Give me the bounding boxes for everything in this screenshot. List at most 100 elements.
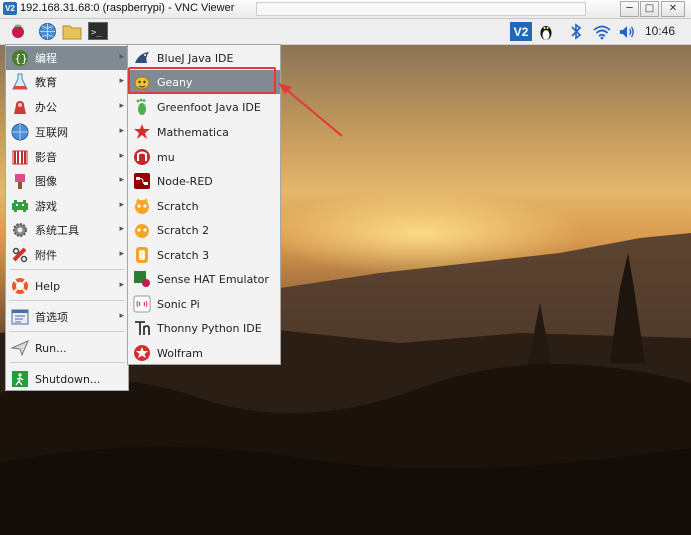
menu-item-label: 首选项 (35, 311, 68, 324)
submenu-arrow-icon: ▸ (119, 280, 124, 290)
minimize-button[interactable]: ─ (620, 1, 639, 17)
menu-separator (9, 300, 125, 301)
clock[interactable]: 10:46 (645, 24, 675, 38)
menu-item-label: Wolfram (157, 346, 203, 360)
menu-item-label: Shutdown... (35, 372, 101, 386)
menu-item-label: Mathematica (157, 125, 229, 139)
window-title: 192.168.31.68:0 (raspberrypi) - VNC View… (20, 2, 235, 14)
maximize-button[interactable]: □ (640, 1, 659, 17)
menu-item-preferences[interactable]: 首选项 ▸ (6, 305, 128, 329)
menu-separator (9, 331, 125, 332)
submenu-item-wolfram[interactable]: Wolfram (128, 341, 280, 365)
menu-item-system-tools[interactable]: 系统工具 ▸ (6, 218, 128, 242)
titlebar-field (256, 2, 586, 16)
menu-separator (9, 269, 125, 270)
bluej-icon (133, 49, 151, 67)
games-icon (11, 197, 29, 215)
menu-item-label: BlueJ Java IDE (157, 51, 234, 65)
submenu-arrow-icon: ▸ (119, 311, 124, 321)
submenu-arrow-icon: ▸ (119, 101, 124, 111)
sonic-pi-icon (133, 295, 151, 313)
node-red-icon (133, 172, 151, 190)
submenu-item-thonny[interactable]: Thonny Python IDE (128, 316, 280, 340)
accessories-icon (11, 246, 29, 264)
terminal-icon[interactable]: >_ (88, 21, 108, 41)
submenu-item-scratch-2[interactable]: Scratch 2 (128, 218, 280, 242)
preferences-icon (11, 308, 29, 326)
mu-icon (133, 148, 151, 166)
submenu-item-mu[interactable]: mu (128, 145, 280, 169)
menu-item-label: 图像 (35, 175, 57, 188)
submenu-item-scratch[interactable]: Scratch (128, 194, 280, 218)
menu-item-run[interactable]: Run... (6, 336, 128, 360)
bluetooth-icon[interactable] (567, 22, 585, 41)
internet-icon (11, 123, 29, 141)
taskbar-panel: >_ V2 10:46 (0, 19, 691, 45)
menu-item-label: Scratch 3 (157, 248, 210, 262)
shutdown-icon (11, 370, 29, 388)
scratch3-icon (133, 246, 151, 264)
vnc-viewer-logo-icon: V2 (3, 2, 17, 15)
annotation-highlight-box (128, 67, 276, 94)
programming-icon: {} (11, 49, 29, 67)
menu-item-label: Sonic Pi (157, 297, 200, 311)
scratch2-icon (133, 221, 151, 239)
menu-item-shutdown[interactable]: Shutdown... (6, 367, 128, 391)
folder-icon[interactable] (62, 21, 82, 41)
menu-item-label: Sense HAT Emulator (157, 272, 269, 286)
volume-icon[interactable] (617, 22, 637, 41)
submenu-item-sense-hat-emulator[interactable]: Sense HAT Emulator (128, 267, 280, 291)
raspberry-icon[interactable] (8, 21, 28, 41)
submenu-arrow-icon: ▸ (119, 126, 124, 136)
menu-separator (9, 362, 125, 363)
menu-item-label: Node-RED (157, 174, 213, 188)
application-menu: {} 编程 ▸ 教育 ▸ 办公 ▸ 互联网 ▸ 影音 ▸ 图像 ▸ 游戏 ▸ 系… (5, 44, 129, 391)
submenu-arrow-icon: ▸ (119, 249, 124, 259)
menu-item-label: Run... (35, 341, 67, 355)
menu-item-programming[interactable]: {} 编程 ▸ (6, 46, 128, 70)
sense-hat-icon (133, 270, 151, 288)
system-tools-icon (11, 221, 29, 239)
menu-item-education[interactable]: 教育 ▸ (6, 70, 128, 94)
menu-item-internet[interactable]: 互联网 ▸ (6, 120, 128, 144)
submenu-arrow-icon: ▸ (119, 76, 124, 86)
vnc-icon[interactable]: V2 (510, 22, 532, 41)
submenu-item-mathematica[interactable]: Mathematica (128, 120, 280, 144)
scratch-icon (133, 197, 151, 215)
run-icon (11, 339, 29, 357)
menu-item-graphics[interactable]: 图像 ▸ (6, 169, 128, 193)
menu-item-label: Scratch 2 (157, 223, 210, 237)
submenu-arrow-icon: ▸ (119, 175, 124, 185)
submenu-item-scratch-3[interactable]: Scratch 3 (128, 243, 280, 267)
menu-item-help[interactable]: Help ▸ (6, 274, 128, 298)
wifi-icon[interactable] (591, 22, 613, 41)
menu-item-label: 游戏 (35, 200, 57, 213)
menu-item-label: 系统工具 (35, 224, 79, 237)
menu-item-label: Greenfoot Java IDE (157, 100, 261, 114)
tux-icon[interactable] (536, 22, 556, 41)
menu-item-label: Scratch (157, 199, 199, 213)
menu-item-accessories[interactable]: 附件 ▸ (6, 243, 128, 267)
globe-icon[interactable] (37, 21, 57, 41)
submenu-arrow-icon: ▸ (119, 52, 124, 62)
menu-item-label: 编程 (35, 52, 57, 65)
menu-item-games[interactable]: 游戏 ▸ (6, 194, 128, 218)
thonny-icon (133, 319, 151, 337)
submenu-item-greenfoot[interactable]: Greenfoot Java IDE (128, 95, 280, 119)
help-icon (11, 277, 29, 295)
close-button[interactable]: ✕ (661, 1, 685, 17)
submenu-arrow-icon: ▸ (119, 151, 124, 161)
menu-item-label: 办公 (35, 101, 57, 114)
office-icon (11, 98, 29, 116)
menu-item-office[interactable]: 办公 ▸ (6, 95, 128, 119)
annotation-arrow-icon (278, 83, 343, 137)
terminal-glyph: >_ (91, 28, 102, 38)
menu-item-label: 教育 (35, 76, 57, 89)
education-icon (11, 73, 29, 91)
submenu-arrow-icon: ▸ (119, 224, 124, 234)
submenu-item-node-red[interactable]: Node-RED (128, 169, 280, 193)
mathematica-icon (133, 123, 151, 141)
menu-item-label: mu (157, 150, 175, 164)
menu-item-media[interactable]: 影音 ▸ (6, 145, 128, 169)
submenu-item-sonic-pi[interactable]: Sonic Pi (128, 292, 280, 316)
